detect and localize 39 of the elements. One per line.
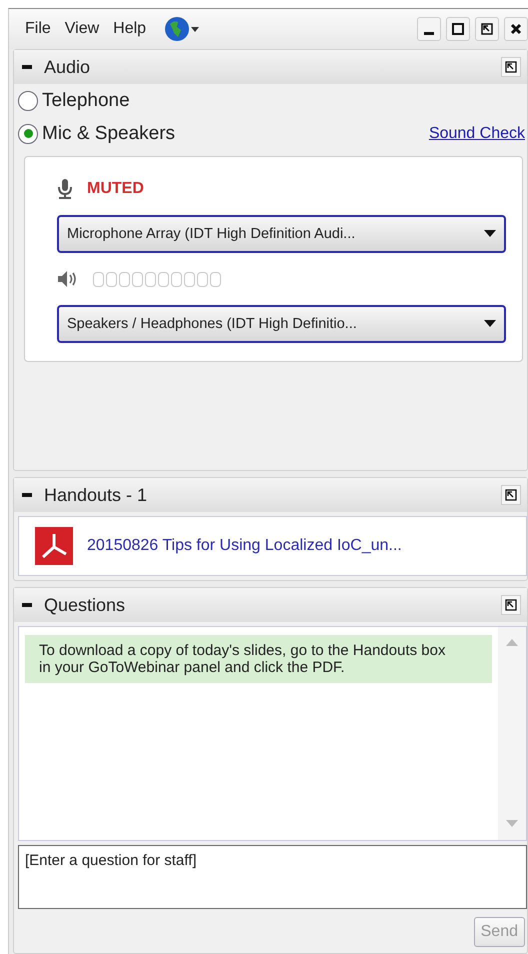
menu-item[interactable]: File: [25, 20, 51, 38]
pdf-file-icon: [35, 527, 73, 565]
menu-item[interactable]: View: [64, 20, 100, 38]
message: To download a copy of today's slides, go to the Handouts box in your GoToWebinar panel and click the PDF.: [25, 635, 492, 683]
close-button[interactable]: [504, 17, 528, 41]
radio-button[interactable]: [18, 124, 38, 144]
panel-title: Questions: [44, 594, 126, 616]
radio-label[interactable]: Mic & Speakers: [42, 122, 176, 144]
sound-check-link[interactable]: Sound Check: [428, 124, 527, 142]
popout-icon: [480, 22, 494, 36]
mute-status: MUTED: [87, 180, 144, 198]
caret-icon: [484, 320, 496, 328]
close-icon: [509, 22, 523, 36]
menu-item[interactable]: Help: [113, 20, 146, 38]
speaker-icon: [57, 270, 79, 288]
panel-title: Handouts - 1: [44, 484, 148, 506]
handout-link[interactable]: 20150826 Tips for Using Localized IoC_un...: [87, 537, 402, 555]
minimize-button[interactable]: [417, 17, 441, 41]
radio-label[interactable]: Telephone: [42, 90, 130, 112]
popout-button[interactable]: [501, 485, 521, 505]
minus-icon: [22, 603, 32, 607]
minus-icon: [22, 493, 32, 497]
popout-button[interactable]: [475, 17, 499, 41]
radio-button[interactable]: [18, 90, 38, 110]
popout-icon: [505, 489, 517, 501]
popout-icon: [505, 599, 517, 611]
speaker-dropdown[interactable]: Speakers / Headphones (IDT High Definitio...: [57, 305, 506, 343]
microphone-icon: [57, 178, 73, 200]
maximize-icon: [451, 22, 465, 36]
maximize-button[interactable]: [446, 17, 470, 41]
popout-button[interactable]: [501, 57, 521, 77]
minimize-icon: [424, 32, 434, 34]
popout-icon: [505, 61, 517, 73]
minus-icon: [22, 65, 32, 69]
microphone-dropdown[interactable]: Microphone Array (IDT High Definition Audi...: [57, 215, 506, 253]
question-input[interactable]: [Enter a question for staff]: [18, 845, 527, 909]
caret-icon: [484, 230, 496, 238]
popout-button[interactable]: [501, 595, 521, 615]
panel-title: Audio: [44, 56, 90, 78]
